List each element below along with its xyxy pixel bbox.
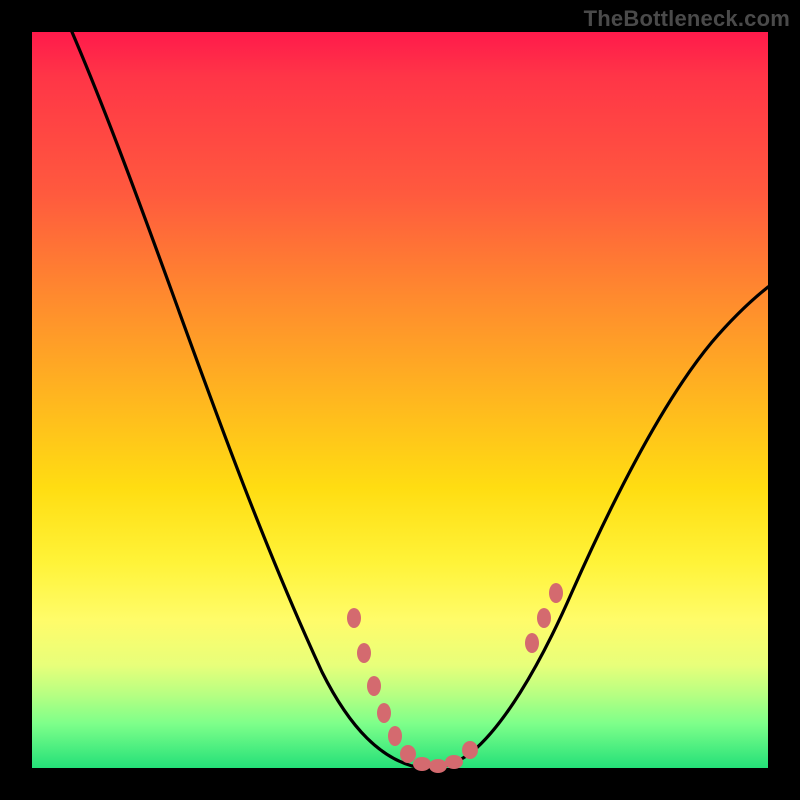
marker-dot <box>367 676 381 696</box>
bottleneck-curve <box>72 32 768 768</box>
marker-dot <box>347 608 361 628</box>
marker-dot <box>549 583 563 603</box>
marker-dot <box>537 608 551 628</box>
watermark-text: TheBottleneck.com <box>584 6 790 32</box>
marker-dot <box>357 643 371 663</box>
marker-dot <box>377 703 391 723</box>
marker-dot <box>525 633 539 653</box>
chart-frame: TheBottleneck.com <box>0 0 800 800</box>
curve-layer <box>32 32 768 768</box>
marker-dot <box>429 759 447 773</box>
marker-dot <box>388 726 402 746</box>
marker-dot <box>462 741 478 759</box>
marker-dot <box>413 757 431 771</box>
marker-dot <box>400 745 416 763</box>
marker-dot <box>445 755 463 769</box>
